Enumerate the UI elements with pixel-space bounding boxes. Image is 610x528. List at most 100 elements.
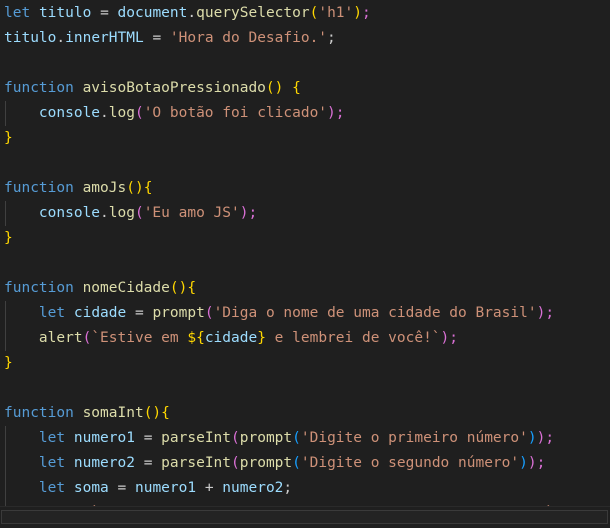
code-token: ( [292,430,301,446]
code-line[interactable]: function avisoBotaoPressionado() { [0,76,610,101]
code-token: querySelector [196,5,310,21]
horizontal-scrollbar-thumb[interactable] [1,510,608,524]
code-token: . [100,205,109,221]
code-token: ; [545,305,555,321]
code-token: numero1 [134,480,197,496]
code-token: { [187,280,197,296]
code-token: } [4,355,13,371]
code-token: 'Diga o nome de uma cidade do Brasil' [213,305,537,321]
code-line[interactable] [0,376,610,401]
code-token: parseInt [161,455,232,471]
code-token: innerHTML [65,30,144,46]
code-token: ( [126,180,135,196]
code-line[interactable]: console.log('O botão foi clicado'); [0,101,610,126]
code-token: ) [527,455,537,471]
code-token: ) [353,5,362,21]
code-editor[interactable]: let titulo = document.querySelector('h1'… [0,0,610,528]
code-line[interactable]: } [0,126,610,151]
code-token: function [4,280,74,296]
code-token: nomeCidade [82,280,170,296]
code-token: . [187,5,197,21]
code-token: let [38,430,66,446]
code-token: . [56,30,66,46]
code-line[interactable] [0,251,610,276]
code-token: { [143,180,153,196]
code-line[interactable]: } [0,351,610,376]
code-token: = [134,305,144,321]
code-token: ) [519,455,528,471]
code-line[interactable]: } [0,226,610,251]
code-token: ( [134,205,144,221]
code-line[interactable]: let numero2 = parseInt(prompt('Digite o … [0,451,610,476]
code-line[interactable] [0,151,610,176]
code-token: ( [204,305,214,321]
code-line[interactable]: titulo.innerHTML = 'Hora do Desafio.'; [0,26,610,51]
code-token: + [204,480,214,496]
code-token: . [100,105,109,121]
code-token: function [4,180,74,196]
code-line[interactable]: let soma = numero1 + numero2; [0,476,610,501]
code-token: somaInt [82,405,144,421]
code-line[interactable]: console.log('Eu amo JS'); [0,201,610,226]
code-token: amoJs [82,180,127,196]
code-line[interactable]: alert(`Estive em ${cidade} e lembrei de … [0,326,610,351]
horizontal-scrollbar[interactable] [0,506,610,528]
code-line[interactable]: function somaInt(){ [0,401,610,426]
code-token: 'Digite o primeiro número' [300,430,528,446]
code-token: = [152,30,162,46]
code-token: log [108,105,135,121]
code-token: ) [440,330,450,346]
code-token: let [4,5,31,21]
code-token: 'Hora do Desafio.' [169,30,328,46]
code-token: ) [152,405,162,421]
code-token: prompt [239,455,293,471]
code-line[interactable]: function nomeCidade(){ [0,276,610,301]
code-token: e lembrei de você!` [265,330,441,346]
code-token: log [108,205,135,221]
code-token: avisoBotaoPressionado [82,80,266,96]
code-token: ; [335,105,345,121]
code-line[interactable]: function amoJs(){ [0,176,610,201]
code-line[interactable] [0,51,610,76]
code-token: ( [231,430,240,446]
code-token: function [4,405,74,421]
code-content-area[interactable]: let titulo = document.querySelector('h1'… [0,0,610,507]
code-line[interactable]: let cidade = prompt('Diga o nome de uma … [0,301,610,326]
code-token: soma [73,480,109,496]
code-token: let [38,455,66,471]
code-line[interactable]: let numero1 = parseInt(prompt('Digite o … [0,426,610,451]
code-token: ) [134,180,144,196]
code-token: 'h1' [318,5,354,21]
code-line[interactable]: let titulo = document.querySelector('h1'… [0,1,610,26]
code-token: ) [527,430,537,446]
code-token: { [161,405,170,421]
code-token: } [4,230,13,246]
code-token: = [117,480,127,496]
code-token: 'Digite o segundo número' [300,455,520,471]
code-token: ( [265,80,275,96]
code-token: `Estive em [91,330,188,346]
code-token: 'Eu amo JS' [143,205,240,221]
